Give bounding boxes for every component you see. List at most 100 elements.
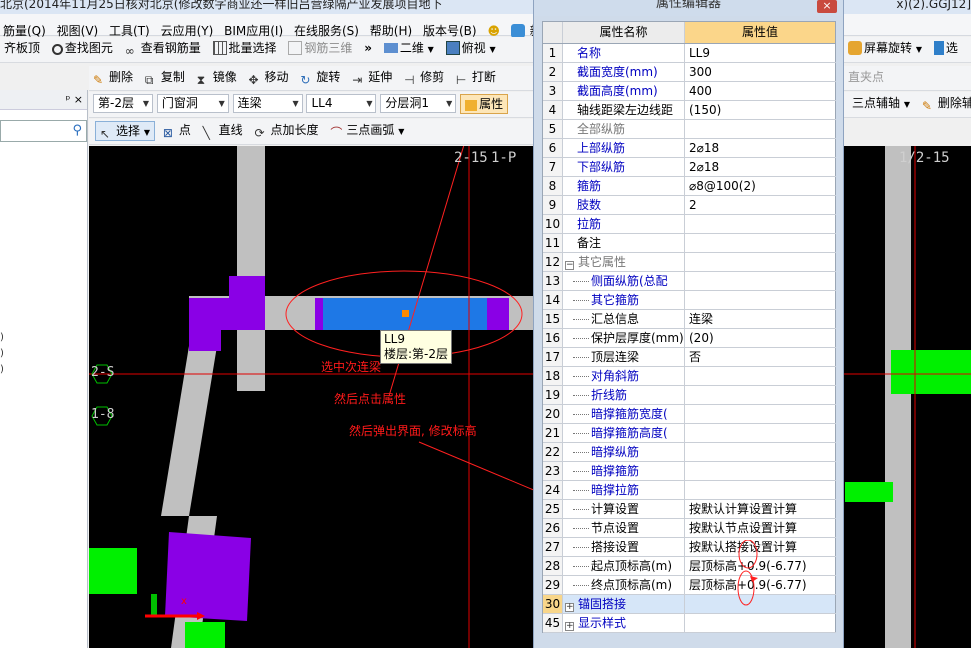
view-rebar-button[interactable]: ∞ 查看钢筋量 [121,37,205,59]
point-length-tool-button[interactable]: ⟳ 点加长度 [251,119,323,141]
point-tool-button[interactable]: ⊠ 点 [159,119,195,141]
view-2d-dropdown[interactable]: 二维 ▼ [380,37,438,59]
category-select[interactable]: 门窗洞 ▼ [156,94,229,113]
extend-button[interactable]: ⇥ 延伸 [348,66,396,88]
property-row[interactable]: 18 对角斜筋 [543,367,836,386]
dialog-close-icon[interactable]: × [817,0,837,13]
property-row[interactable]: 16 保护层厚度(mm) (20) [543,329,836,348]
batch-select-button[interactable]: 批量选择 [209,37,281,59]
property-value[interactable] [685,272,836,290]
green-element[interactable] [891,350,971,394]
sublayer-select[interactable]: 分层洞1 ▼ [380,94,457,113]
collapse-icon[interactable]: − [565,261,574,270]
column[interactable] [165,532,251,621]
property-row[interactable]: 15 汇总信息 连梁 [543,310,836,329]
property-row[interactable]: 10 拉筋 [543,215,836,234]
property-row[interactable]: 29 终点顶标高(m) 层顶标高+0.9(-6.77) [543,576,836,595]
find-element-button[interactable]: 查找图元 [48,37,117,59]
green-element[interactable] [845,482,893,502]
property-row[interactable]: 21 暗撑箍筋高度( [543,424,836,443]
property-value[interactable]: 按默认计算设置计算 [685,500,836,518]
column[interactable] [315,298,323,330]
menu-tools[interactable]: 工具(T) [106,18,154,39]
property-row[interactable]: 3 截面高度(mm) 400 [543,82,836,101]
left-panel-search-input[interactable]: ⚲ [0,120,87,142]
property-row[interactable]: 45 + 显示样式 [543,614,836,633]
property-value[interactable]: 连梁 [685,310,836,328]
property-value[interactable] [685,120,836,138]
property-value[interactable]: 2 [685,196,836,214]
break-button[interactable]: ⊢ 打断 [452,66,500,88]
property-value[interactable]: 按默认节点设置计算 [685,519,836,537]
menu-cloud[interactable]: 云应用(Y) [158,18,218,39]
copy-button[interactable]: ⧉ 复制 [141,66,189,88]
property-value[interactable] [685,291,836,309]
three-point-axis-button[interactable]: 三点辅轴 ▼ [844,92,914,114]
property-row[interactable]: 2 截面宽度(mm) 300 [543,63,836,82]
property-value[interactable] [685,215,836,233]
property-row[interactable]: 20 暗撑箍筋宽度( [543,405,836,424]
property-row[interactable]: 12− 其它属性 [543,253,836,272]
property-row[interactable]: 26 节点设置 按默认节点设置计算 [543,519,836,538]
property-value[interactable] [685,367,836,385]
property-value[interactable]: 2⌀18 [685,139,836,157]
property-value[interactable] [685,253,836,271]
property-row[interactable]: 13 侧面纵筋(总配 [543,272,836,291]
component-select[interactable]: LL4 ▼ [306,94,377,113]
property-value[interactable] [685,481,836,499]
property-row[interactable]: 9 肢数 2 [543,196,836,215]
mirror-button[interactable]: ⧗ 镜像 [193,66,241,88]
property-value[interactable] [685,234,836,252]
select-right-button[interactable]: 选 [930,37,962,59]
property-value[interactable]: (20) [685,329,836,347]
property-row[interactable]: 25 计算设置 按默认计算设置计算 [543,500,836,519]
property-value[interactable]: ⌀8@100(2) [685,177,836,195]
property-row[interactable]: 28 起点顶标高(m) 层顶标高+0.9(-6.77) [543,557,836,576]
property-row[interactable]: 6 上部纵筋 2⌀18 [543,139,836,158]
search-icon[interactable]: ⚲ [72,123,82,138]
rotate-button[interactable]: ↻ 旋转 [296,66,344,88]
rotate-screen-dropdown[interactable]: 屏幕旋转 ▼ [844,37,926,59]
property-value[interactable] [685,614,836,632]
menu-version[interactable]: 版本号(B) [420,18,481,39]
trim-button[interactable]: ⊣ 修剪 [400,66,448,88]
menu-help[interactable]: 帮助(H) [367,18,416,39]
menu-rebar[interactable]: 筋量(Q) [0,18,50,39]
property-value[interactable]: 否 [685,348,836,366]
property-row[interactable]: 19 折线筋 [543,386,836,405]
pin-icon[interactable]: ᵖ × [66,93,83,106]
property-row[interactable]: 17 顶层连梁 否 [543,348,836,367]
view-top-dropdown[interactable]: 俯视 ▼ [442,37,500,59]
property-row[interactable]: 23 暗撑箍筋 [543,462,836,481]
property-row[interactable]: 22 暗撑纵筋 [543,443,836,462]
property-row[interactable]: 14 其它箍筋 [543,291,836,310]
property-row[interactable]: 11 备注 [543,234,836,253]
property-row[interactable]: 5 全部纵筋 [543,120,836,139]
property-value[interactable]: (150) [685,101,836,119]
property-value[interactable]: 2⌀18 [685,158,836,176]
line-tool-button[interactable]: ╲ 直线 [199,119,247,141]
property-value[interactable]: 300 [685,63,836,81]
floor-select[interactable]: 第-2层 ▼ [93,94,153,113]
property-value[interactable] [685,424,836,442]
align-slab-top-button[interactable]: 齐板顶 [0,37,44,59]
beam-grip-point[interactable] [402,310,409,317]
clip-points-button[interactable]: 直夹点 [844,66,888,88]
menu-online[interactable]: 在线服务(S) [291,18,363,39]
select-tool-dropdown[interactable]: ↖ 选择 ▼ [95,121,155,141]
expand-icon[interactable]: + [565,622,574,631]
property-value[interactable] [685,443,836,461]
menu-bim[interactable]: BIM应用(I) [221,18,287,39]
property-value[interactable] [685,405,836,423]
delete-aux-button[interactable]: ✎ 删除辅 [918,92,971,114]
property-value[interactable] [685,386,836,404]
property-row[interactable]: 27 搭接设置 按默认搭接设置计算 [543,538,836,557]
menu-view[interactable]: 视图(V) [54,18,103,39]
property-row[interactable]: 7 下部纵筋 2⌀18 [543,158,836,177]
delete-button[interactable]: ✎ 删除 [89,66,137,88]
property-row[interactable]: 1 名称 LL9 [543,44,836,63]
green-element[interactable] [89,548,137,594]
property-value[interactable]: 400 [685,82,836,100]
toolbar-overflow-icon[interactable]: » [360,37,376,59]
property-row[interactable]: 24 暗撑拉筋 [543,481,836,500]
